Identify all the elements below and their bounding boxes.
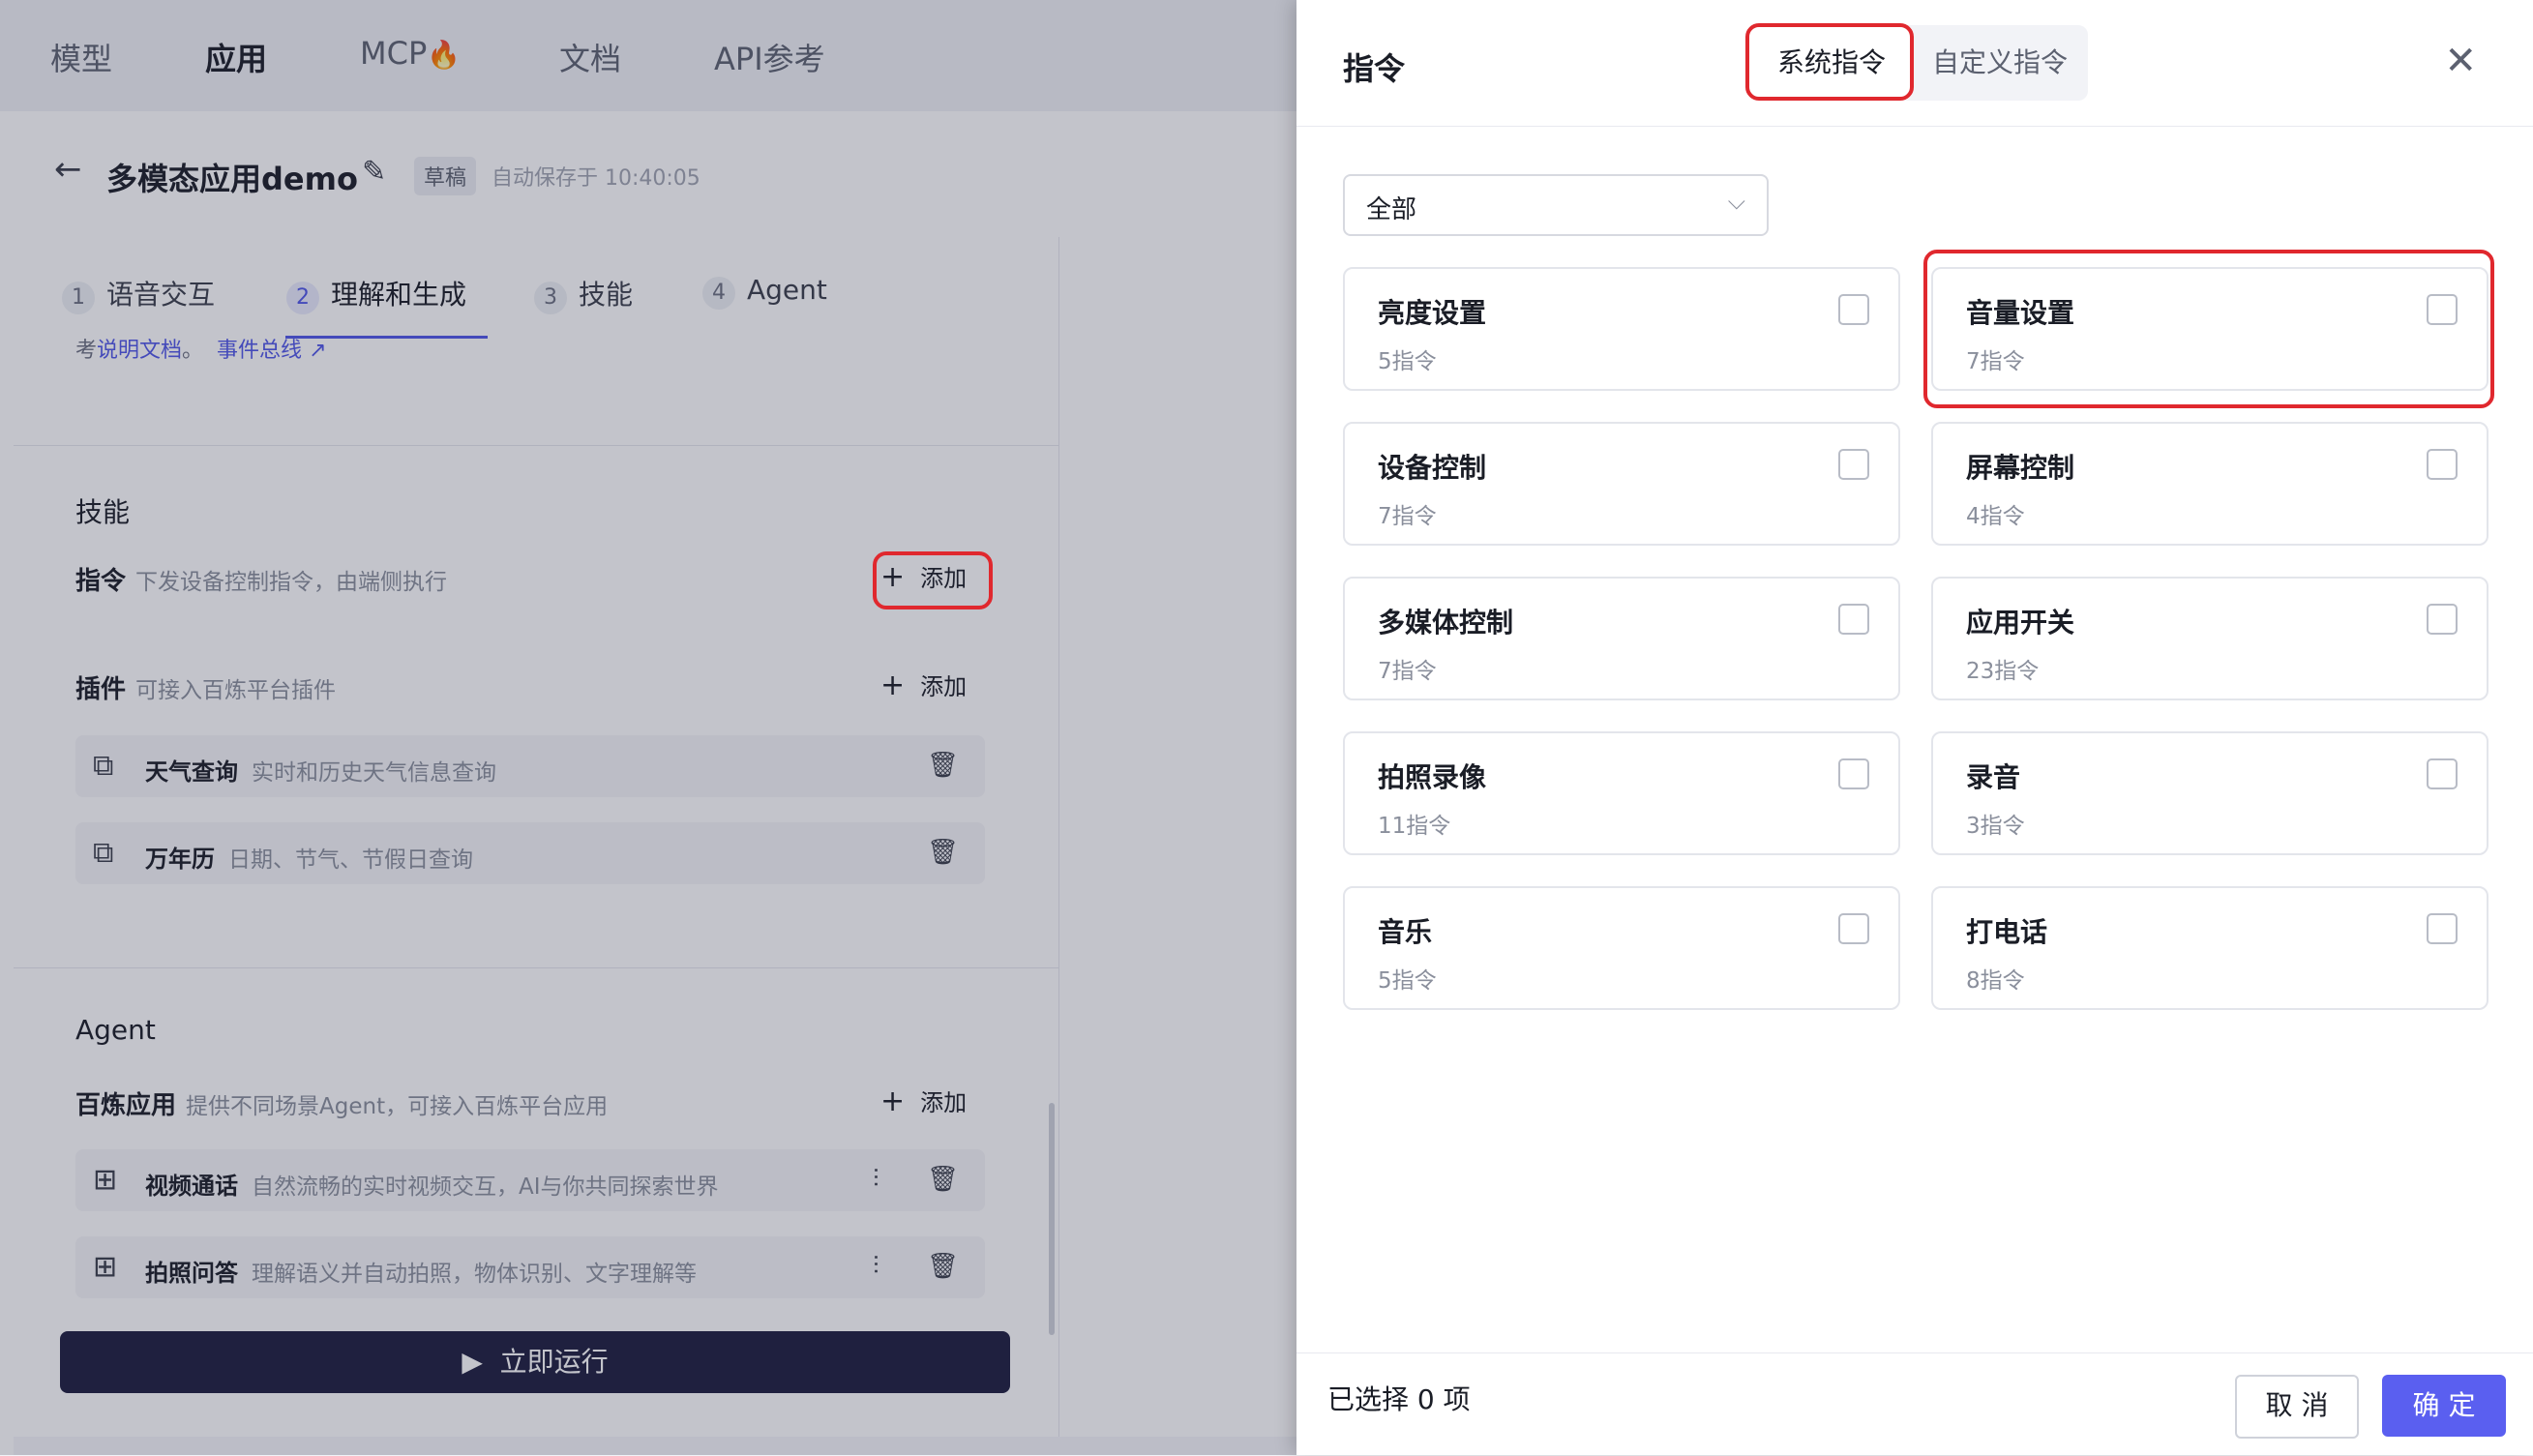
command-card-music[interactable]: 音乐 5指令 <box>1343 886 1900 1010</box>
selected-count: 已选择 0 项 <box>1327 1383 1471 1415</box>
command-checkbox[interactable] <box>1838 758 1869 789</box>
command-card-photo-video[interactable]: 拍照录像 11指令 <box>1343 731 1900 855</box>
command-card-brightness[interactable]: 亮度设置 5指令 <box>1343 267 1900 391</box>
cancel-button[interactable]: 取 消 <box>2235 1375 2359 1439</box>
filter-value: 全部 <box>1366 195 1417 224</box>
command-checkbox[interactable] <box>1838 913 1869 944</box>
command-checkbox[interactable] <box>2427 913 2458 944</box>
command-checkbox[interactable] <box>2427 449 2458 480</box>
tab-custom-commands[interactable]: 自定义指令 <box>1912 25 2088 101</box>
command-card-phone-call[interactable]: 打电话 8指令 <box>1931 886 2488 1010</box>
app-page: 模型 应用 MCP🔥 文档 API参考 ← 多模态应用demo ✎ 草稿 自动保… <box>0 0 1296 1455</box>
command-checkbox[interactable] <box>1838 294 1869 325</box>
command-card-app-switch[interactable]: 应用开关 23指令 <box>1931 577 2488 700</box>
command-card-screen-control[interactable]: 屏幕控制 4指令 <box>1931 422 2488 546</box>
command-card-device-control[interactable]: 设备控制 7指令 <box>1343 422 1900 546</box>
command-card-recording[interactable]: 录音 3指令 <box>1931 731 2488 855</box>
category-filter-select[interactable]: 全部 ⌵ <box>1343 174 1769 236</box>
modal-backdrop[interactable] <box>0 0 1296 1455</box>
highlight-system-tab <box>1745 23 1914 101</box>
command-dialog: 指令 系统指令 自定义指令 ✕ 全部 ⌵ 亮度设置 5指令 音量设置 7指令 设… <box>1296 0 2533 1455</box>
chevron-down-icon: ⌵ <box>1727 188 1745 215</box>
confirm-button[interactable]: 确 定 <box>2382 1375 2506 1437</box>
highlight-volume-card <box>1923 250 2494 408</box>
command-checkbox[interactable] <box>1838 604 1869 635</box>
highlight-add-command <box>873 551 993 609</box>
command-checkbox[interactable] <box>2427 604 2458 635</box>
close-icon[interactable]: ✕ <box>2444 39 2477 83</box>
dialog-title: 指令 <box>1343 50 1406 87</box>
command-checkbox[interactable] <box>2427 758 2458 789</box>
dialog-footer: 已选择 0 项 取 消 确 定 <box>1296 1352 2533 1456</box>
dialog-header: 指令 系统指令 自定义指令 ✕ <box>1296 0 2533 127</box>
command-card-media-control[interactable]: 多媒体控制 7指令 <box>1343 577 1900 700</box>
command-checkbox[interactable] <box>1838 449 1869 480</box>
